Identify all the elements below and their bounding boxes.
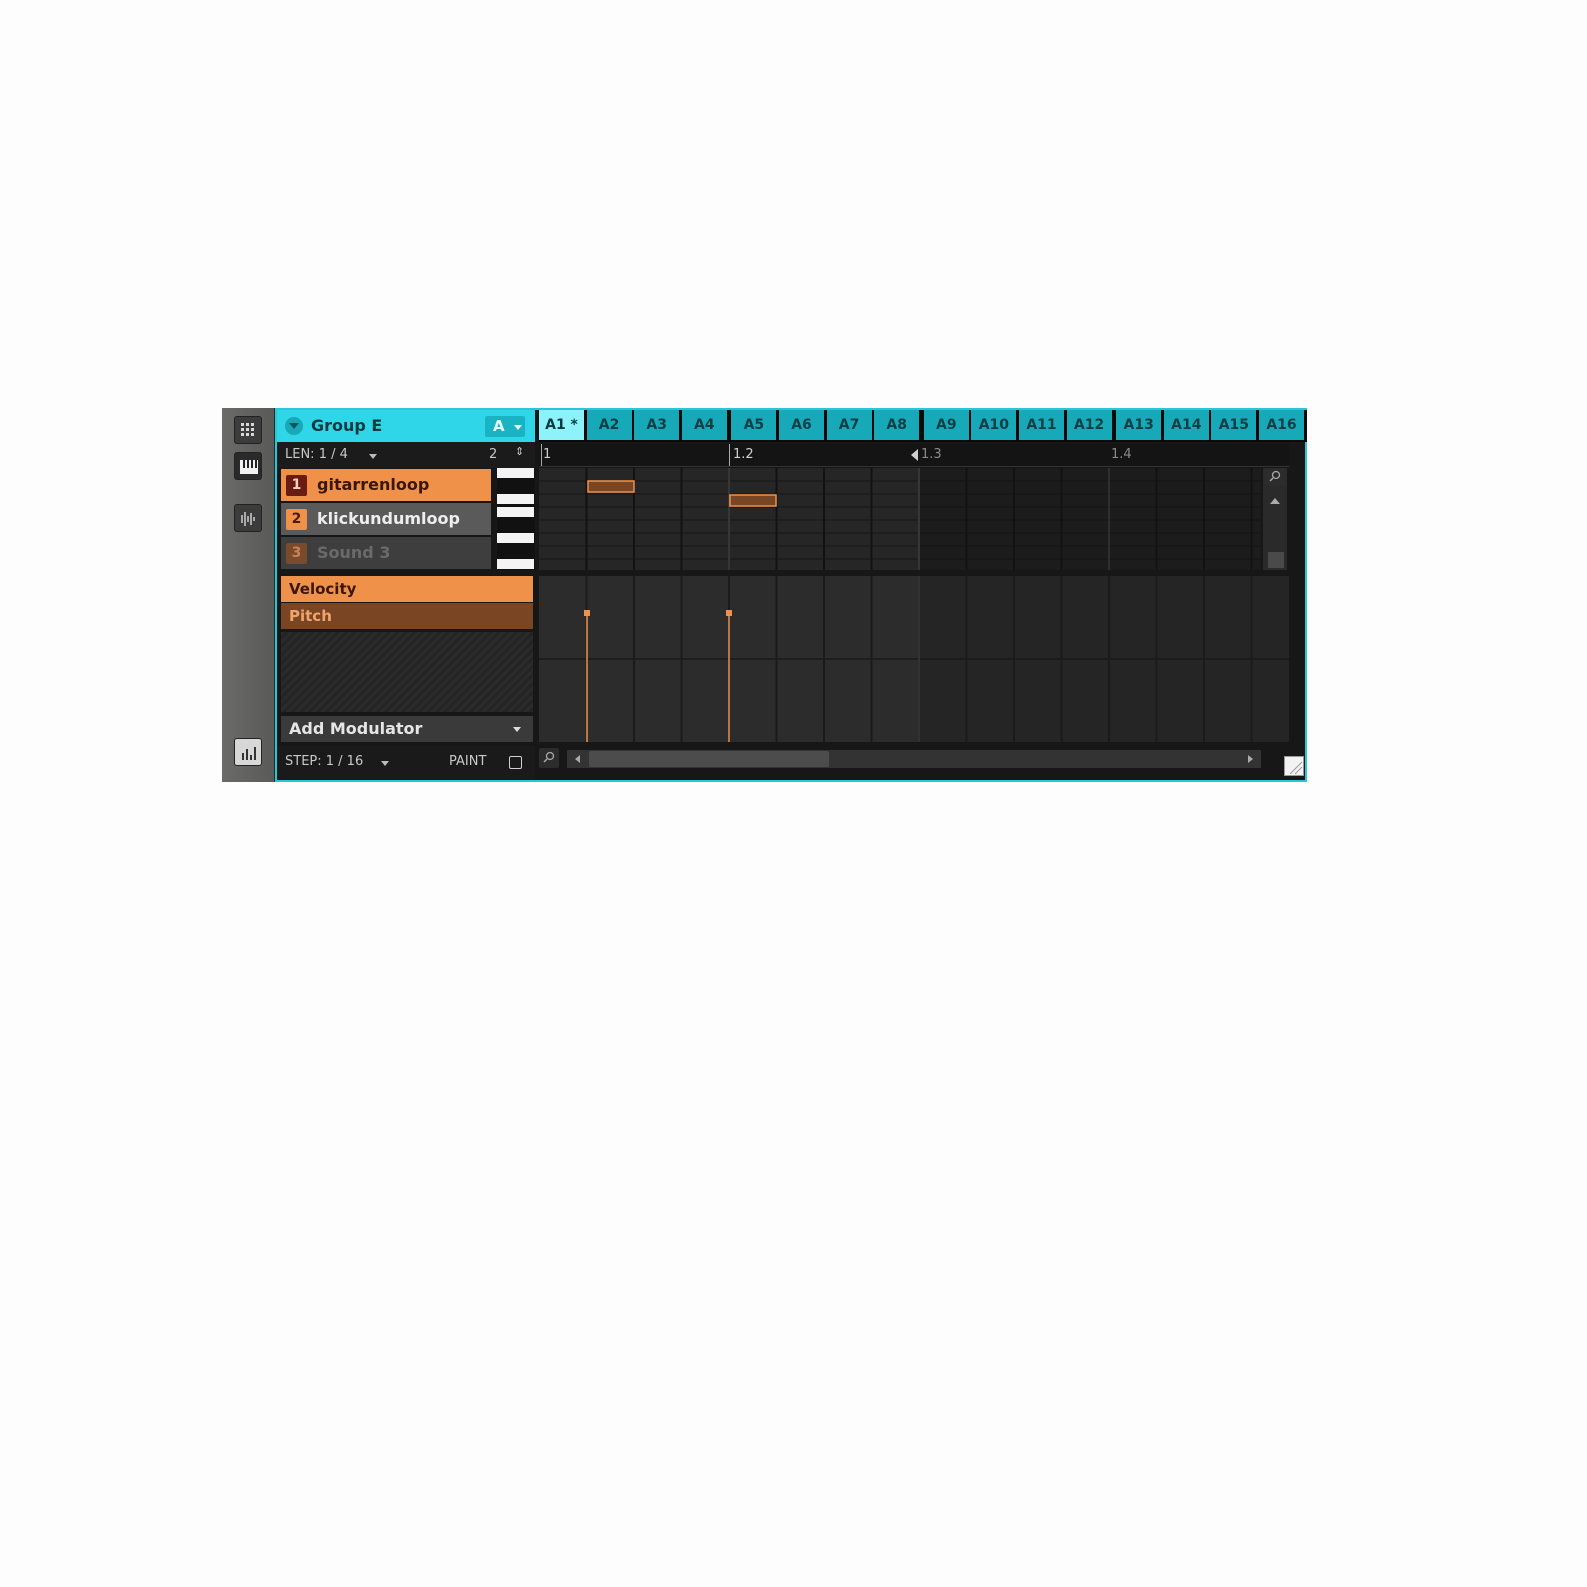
loop-end-marker-icon[interactable]	[911, 449, 918, 461]
timeline-ruler[interactable]: 1 1.2 1.3 1.4	[539, 444, 1289, 467]
pattern-tab-9[interactable]: A9	[923, 410, 969, 440]
keyboard-icon	[240, 460, 258, 474]
ruler-label: 1.4	[1111, 447, 1132, 462]
updown-arrows-icon[interactable]: ⇕	[515, 445, 524, 458]
pattern-tab-6[interactable]: A6	[779, 410, 824, 440]
note-block	[587, 480, 635, 493]
step-row: STEP: 1 / 16 PAINT	[277, 746, 535, 780]
grid-icon	[241, 423, 254, 436]
pattern-bank-label: A	[493, 417, 505, 435]
collapse-arrow-icon[interactable]	[285, 417, 303, 435]
chevron-down-icon[interactable]	[381, 761, 389, 766]
pattern-tab-10[interactable]: A10	[971, 410, 1017, 440]
step-selector[interactable]: STEP: 1 / 16	[285, 754, 363, 769]
step-grid-view-button[interactable]	[234, 416, 262, 444]
group-header: Group E A	[277, 410, 535, 442]
paint-checkbox[interactable]	[509, 756, 522, 769]
pattern-tab-7[interactable]: A7	[826, 410, 872, 440]
zoom-value[interactable]: 2	[489, 447, 497, 462]
pattern-tab-1[interactable]: A1 *	[539, 410, 584, 440]
sound-name: Sound 3	[317, 543, 391, 562]
horizontal-scrollbar[interactable]	[567, 750, 1261, 768]
paint-label: PAINT	[449, 754, 487, 769]
pattern-tab-3[interactable]: A3	[634, 410, 680, 440]
scroll-left-icon[interactable]	[575, 755, 580, 763]
pattern-tab-4[interactable]: A4	[681, 410, 727, 440]
piano-keys[interactable]	[497, 468, 535, 570]
ruler-label: 1.2	[733, 447, 754, 462]
scroll-thumb[interactable]	[589, 751, 829, 767]
vertical-scrollbar[interactable]	[1263, 468, 1287, 570]
pattern-tabs: A1 * A2 A3 A4 A5 A6 A7 A8 A9 A10 A11 A12 A13 A14 A15 A1…	[539, 410, 1307, 442]
waveform-icon	[241, 512, 255, 526]
view-switcher	[222, 408, 275, 782]
group-title: Group E	[311, 416, 383, 435]
ruler-label: 1.3	[921, 447, 942, 462]
sound-number: 1	[286, 475, 307, 496]
add-modulator-menu[interactable]: Add Modulator	[281, 716, 533, 742]
pattern-tab-13[interactable]: A13	[1116, 410, 1162, 440]
sound-number: 2	[286, 509, 307, 530]
sample-view-button[interactable]	[234, 504, 262, 532]
pattern-tab-2[interactable]: A2	[586, 410, 632, 440]
empty-lane-area	[281, 632, 533, 712]
pattern-tab-12[interactable]: A12	[1066, 410, 1112, 440]
ruler-label: 1	[543, 447, 552, 462]
add-modulator-label: Add Modulator	[289, 719, 423, 738]
scroll-thumb[interactable]	[1268, 552, 1284, 568]
sound-slot-1[interactable]: 1 gitarrenloop	[281, 469, 491, 501]
piano-roll-view-button[interactable]	[234, 452, 262, 480]
pattern-tab-14[interactable]: A14	[1163, 410, 1209, 440]
lane-pitch[interactable]: Pitch	[281, 603, 533, 629]
pattern-tab-16[interactable]: A16	[1259, 410, 1304, 440]
scroll-right-icon[interactable]	[1248, 755, 1253, 763]
pattern-tab-15[interactable]: A15	[1211, 410, 1257, 440]
control-lane-toggle-button[interactable]	[234, 738, 262, 766]
sound-name: klickundumloop	[317, 509, 460, 528]
resize-handle-icon[interactable]	[1284, 756, 1304, 776]
note-grid[interactable]	[539, 468, 1261, 570]
lane-velocity[interactable]: Velocity	[281, 576, 533, 602]
length-selector[interactable]: LEN: 1 / 4	[285, 447, 348, 462]
sound-slot-3[interactable]: 3 Sound 3	[281, 537, 491, 569]
pattern-tab-8[interactable]: A8	[874, 410, 920, 440]
sound-name: gitarrenloop	[317, 475, 430, 494]
pattern-bank-selector[interactable]: A	[485, 416, 525, 437]
pattern-tab-5[interactable]: A5	[731, 410, 777, 440]
note-block	[729, 494, 777, 507]
length-row: LEN: 1 / 4 2 ⇕	[277, 442, 535, 468]
chevron-down-icon[interactable]	[369, 454, 377, 459]
sound-slot-2[interactable]: 2 klickundumloop	[281, 503, 491, 535]
velocity-lane[interactable]	[539, 576, 1289, 742]
sound-number: 3	[286, 543, 307, 564]
pattern-editor: Group E A A1 * A2 A3 A4 A5 A6 A7 A8 A9 A10 A11 A12 A…	[222, 408, 1307, 782]
zoom-icon[interactable]	[539, 748, 559, 768]
editor-panel: Group E A A1 * A2 A3 A4 A5 A6 A7 A8 A9 A10 A11 A12 A…	[275, 408, 1307, 782]
control-lane-icon	[242, 747, 256, 760]
chevron-down-icon	[513, 727, 521, 732]
pattern-tab-11[interactable]: A11	[1019, 410, 1064, 440]
zoom-icon[interactable]	[1265, 468, 1285, 486]
scroll-up-icon[interactable]	[1270, 498, 1280, 504]
